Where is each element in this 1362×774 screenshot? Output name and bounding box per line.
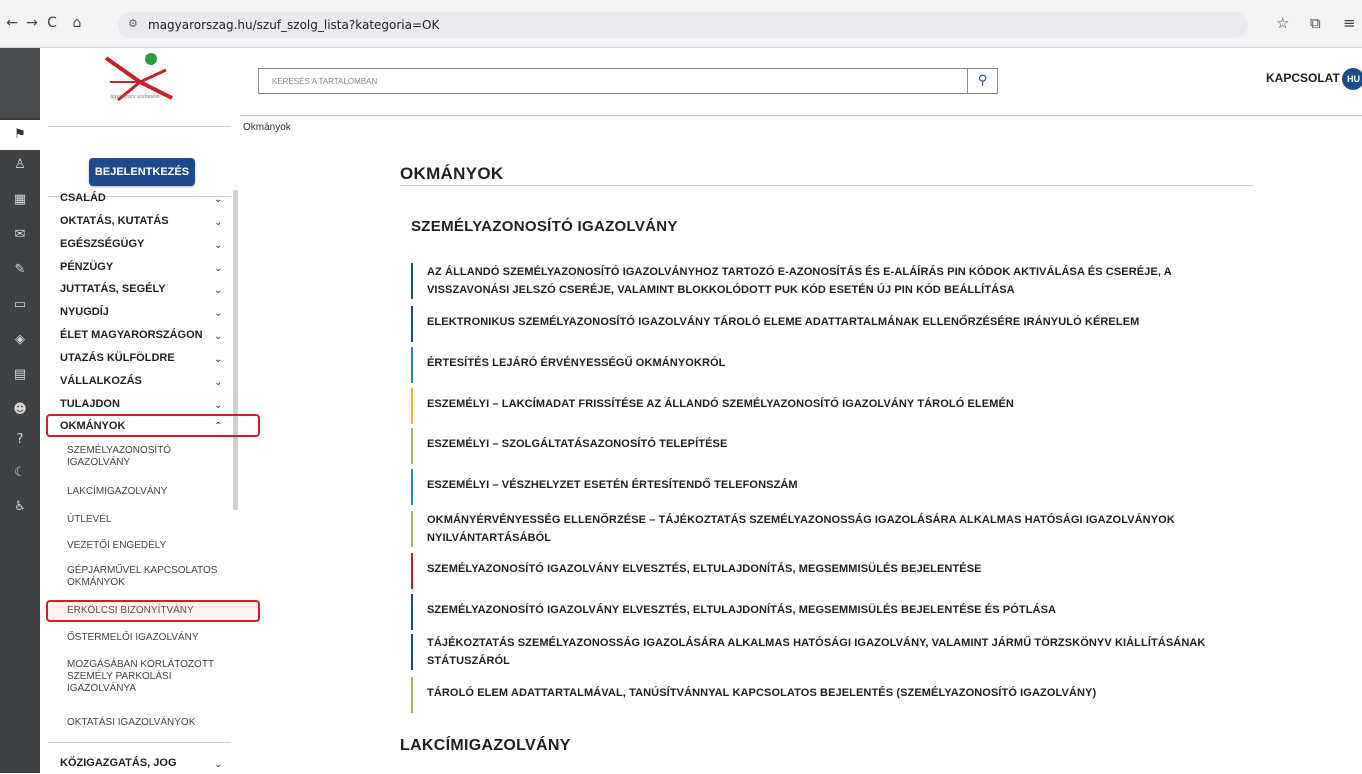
id-card-icon[interactable]: ▭ <box>0 290 40 320</box>
login-button[interactable]: BEJELENTKEZÉS <box>89 158 195 186</box>
submenu-item-gepjarmu[interactable]: GÉPJÁRMŰVEL KAPCSOLATOS OKMÁNYOK <box>67 565 227 589</box>
chevron-down-icon[interactable]: ⌄ <box>214 351 222 369</box>
site-info-icon[interactable]: ⚙ <box>128 17 138 30</box>
mail-icon[interactable]: ✉ <box>0 220 40 250</box>
service-link-text[interactable]: SZEMÉLYAZONOSÍTÓ IGAZOLVÁNY ELVESZTÉS, E… <box>427 560 1251 578</box>
wrench-icon[interactable]: ✎ <box>0 255 40 285</box>
title-divider <box>400 185 1254 186</box>
highlight-okmanyok <box>46 414 260 437</box>
dark-mode-icon[interactable]: ☾ <box>0 458 40 488</box>
menu-item-oktatas[interactable]: OKTATÁS, KUTATÁS <box>60 212 230 230</box>
help-icon[interactable]: ? <box>0 425 40 455</box>
menu-item-kozigazgatas[interactable]: KÖZIGAZGATÁS, JOG <box>60 754 230 772</box>
service-link-text[interactable]: ESZEMÉLYI – VÉSZHELYZET ESETÉN ÉRTESÍTEN… <box>427 476 1251 494</box>
reload-icon[interactable]: C <box>44 15 60 31</box>
submenu-item-oktatasi[interactable]: OKTATÁSI IGAZOLVÁNYOK <box>67 717 227 729</box>
submenu-item-utlevel[interactable]: ÚTLEVÉL <box>67 514 227 526</box>
service-link[interactable]: ELEKTRONIKUS SZEMÉLYAZONOSÍTÓ IGAZOLVÁNY… <box>411 306 1251 342</box>
submenu-item-lakcim[interactable]: LAKCÍMIGAZOLVÁNY <box>67 486 227 498</box>
service-link[interactable]: ÉRTESÍTÉS LEJÁRÓ ÉRVÉNYESSÉGŰ OKMÁNYOKRÓ… <box>411 347 1251 383</box>
menu-item-utazas[interactable]: UTAZÁS KÜLFÖLDRE <box>60 349 230 367</box>
chevron-down-icon[interactable]: ⌄ <box>214 214 222 232</box>
submenu-item-ostermeloi[interactable]: ŐSTERMELŐI IGAZOLVÁNY <box>67 632 227 644</box>
menu-item-juttatas[interactable]: JUTTATÁS, SEGÉLY <box>60 280 230 298</box>
chevron-down-icon[interactable]: ⌄ <box>214 328 222 346</box>
accessibility-icon[interactable]: ♿ <box>0 492 40 522</box>
home-icon[interactable]: ⌂ <box>69 15 85 31</box>
service-link[interactable]: TÁJÉKOZTATÁS SZEMÉLYAZONOSSÁG IGAZOLÁSÁR… <box>411 634 1251 670</box>
chevron-down-icon[interactable]: ⌄ <box>214 756 222 774</box>
service-link-text[interactable]: TÁROLÓ ELEM ADATTARTALMÁVAL, TANÚSÍTVÁNN… <box>427 684 1251 702</box>
bookmark-star-icon[interactable]: ☆ <box>1276 14 1289 32</box>
section-title-lakcim: LAKCÍMIGAZOLVÁNY <box>400 737 571 754</box>
sidebar-scrollbar[interactable] <box>233 190 238 510</box>
chevron-down-icon[interactable]: ⌄ <box>214 305 222 323</box>
url-text[interactable]: magyarorszag.hu/szuf_szolg_lista?kategor… <box>148 18 439 32</box>
service-link[interactable]: AZ ÁLLANDÓ SZEMÉLYAZONOSÍTÓ IGAZOLVÁNYHO… <box>411 263 1251 299</box>
chevron-down-icon[interactable]: ⌄ <box>214 237 222 255</box>
search-icon[interactable]: ⚲ <box>968 68 998 94</box>
menu-item-elet[interactable]: ÉLET MAGYARORSZÁGON <box>60 326 230 344</box>
submenu-item-szemelyi[interactable]: SZEMÉLYAZONOSÍTÓ IGAZOLVÁNY <box>67 445 227 469</box>
service-link[interactable]: ESZEMÉLYI – SZOLGÁLTATÁSAZONOSÍTÓ TELEPÍ… <box>411 428 1251 464</box>
reading-list-icon[interactable]: ≡ <box>1343 14 1356 32</box>
header-divider <box>240 115 1362 116</box>
service-link-text[interactable]: SZEMÉLYAZONOSÍTÓ IGAZOLVÁNY ELVESZTÉS, E… <box>427 601 1251 619</box>
menu-item-penzugy[interactable]: PÉNZÜGY <box>60 258 230 276</box>
service-link[interactable]: SZEMÉLYAZONOSÍTÓ IGAZOLVÁNY ELVESZTÉS, E… <box>411 594 1251 630</box>
user-icon[interactable]: ♙ <box>0 150 40 180</box>
submenu-item-parkolasi[interactable]: MOZGÁSÁBAN KORLÁTOZOTT SZEMÉLY PARKOLÁSI… <box>67 659 227 695</box>
icon-rail-top <box>0 48 40 118</box>
document-icon[interactable]: ▤ <box>0 360 40 390</box>
submenu-item-vezetoi[interactable]: VEZETŐI ENGEDÉLY <box>67 540 227 552</box>
menu-item-tulajdon[interactable]: TULAJDON <box>60 395 230 413</box>
service-link-text[interactable]: OKMÁNYÉRVÉNYESSÉG ELLENŐRZÉSE – TÁJÉKOZT… <box>427 511 1251 547</box>
back-arrow-icon[interactable]: ← <box>4 15 20 31</box>
calendar-icon[interactable]: ▦ <box>0 185 40 215</box>
service-link[interactable]: OKMÁNYÉRVÉNYESSÉG ELLENŐRZÉSE – TÁJÉKOZT… <box>411 511 1251 547</box>
service-link-text[interactable]: TÁJÉKOZTATÁS SZEMÉLYAZONOSSÁG IGAZOLÁSÁR… <box>427 634 1251 670</box>
search-placeholder: KERESÉS A TARTALOMBAN <box>272 77 378 86</box>
menu-item-vallalkozas[interactable]: VÁLLALKOZÁS <box>60 372 230 390</box>
forward-arrow-icon[interactable]: → <box>24 15 40 31</box>
service-link-text[interactable]: ÉRTESÍTÉS LEJÁRÓ ÉRVÉNYESSÉGŰ OKMÁNYOKRÓ… <box>427 354 1251 372</box>
logo-tagline: ügyintézés szabadon <box>110 94 160 100</box>
extensions-icon[interactable]: ⧉ <box>1310 14 1321 32</box>
chevron-down-icon[interactable]: ⌄ <box>214 282 222 300</box>
service-link[interactable]: ESZEMÉLYI – VÉSZHELYZET ESETÉN ÉRTESÍTEN… <box>411 469 1251 505</box>
service-link-text[interactable]: ESZEMÉLYI – SZOLGÁLTATÁSAZONOSÍTÓ TELEPÍ… <box>427 435 1251 453</box>
service-link-text[interactable]: ESZEMÉLYI – LAKCÍMADAT FRISSÍTÉSE AZ ÁLL… <box>427 395 1251 413</box>
highlight-erkolcsi <box>46 600 260 622</box>
home-logo-icon[interactable]: ⚑ <box>0 120 40 150</box>
menu-item-egeszsegugy[interactable]: EGÉSZSÉGÜGY <box>60 235 230 253</box>
language-badge[interactable]: HU <box>1342 68 1362 90</box>
menu-item-nyugdij[interactable]: NYUGDÍJ <box>60 303 230 321</box>
contact-link[interactable]: KAPCSOLAT <box>1266 71 1340 85</box>
section-title-szemelyi: SZEMÉLYAZONOSÍTÓ IGAZOLVÁNY <box>411 218 678 235</box>
breadcrumb[interactable]: Okmányok <box>243 122 291 133</box>
service-link[interactable]: SZEMÉLYAZONOSÍTÓ IGAZOLVÁNY ELVESZTÉS, E… <box>411 553 1251 589</box>
people-icon[interactable]: ☻ <box>0 395 40 425</box>
divider <box>48 742 231 743</box>
chevron-down-icon[interactable]: ⌄ <box>214 191 222 209</box>
chevron-down-icon[interactable]: ⌄ <box>214 397 222 415</box>
service-link-text[interactable]: AZ ÁLLANDÓ SZEMÉLYAZONOSÍTÓ IGAZOLVÁNYHO… <box>427 263 1251 299</box>
service-link-text[interactable]: ELEKTRONIKUS SZEMÉLYAZONOSÍTÓ IGAZOLVÁNY… <box>427 313 1251 331</box>
page-title: OKMÁNYOK <box>400 164 504 183</box>
menu-item-csalad[interactable]: CSALÁD <box>60 189 230 207</box>
chevron-down-icon[interactable]: ⌄ <box>214 374 222 392</box>
service-link[interactable]: ESZEMÉLYI – LAKCÍMADAT FRISSÍTÉSE AZ ÁLL… <box>411 388 1251 424</box>
divider <box>48 126 231 127</box>
service-link[interactable]: TÁROLÓ ELEM ADATTARTALMÁVAL, TANÚSÍTVÁNN… <box>411 677 1251 713</box>
chevron-down-icon[interactable]: ⌄ <box>214 260 222 278</box>
shield-icon[interactable]: ◈ <box>0 325 40 355</box>
